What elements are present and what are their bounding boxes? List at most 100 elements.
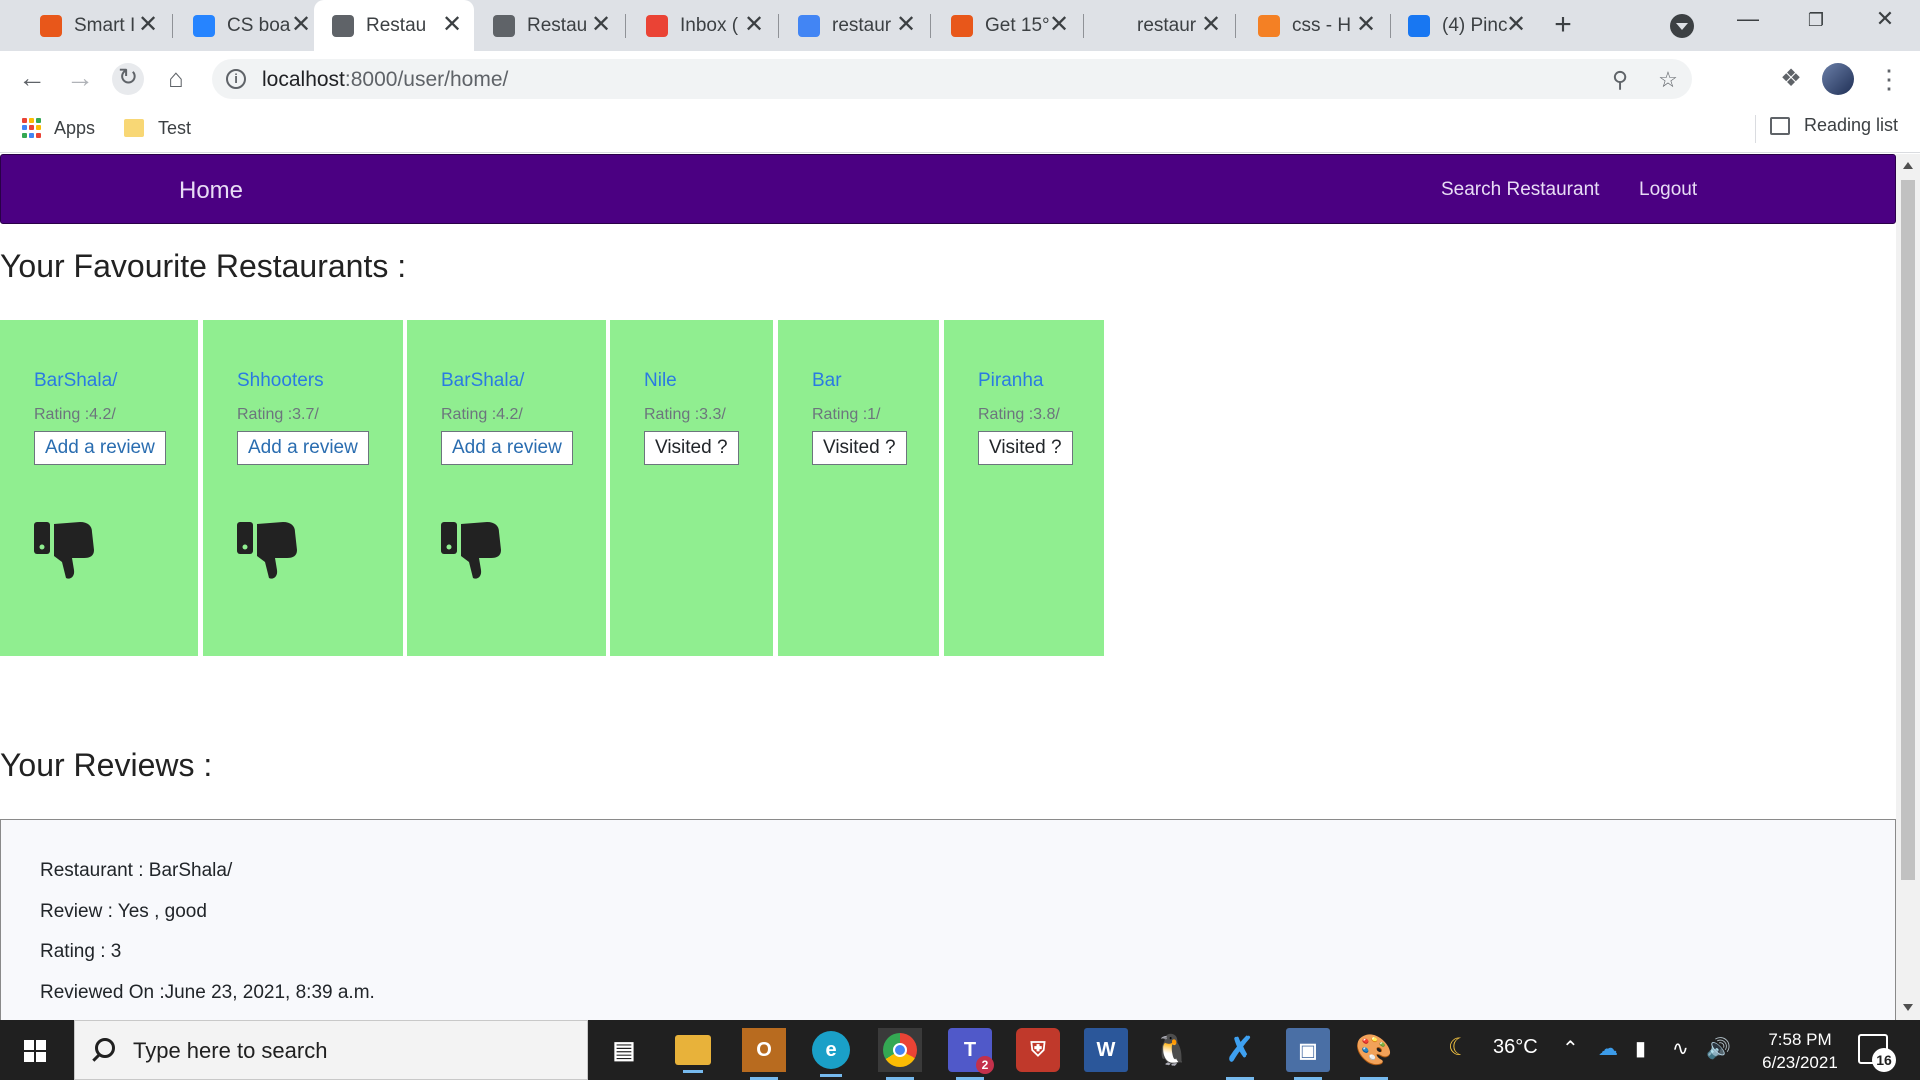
scroll-down-icon[interactable] <box>1903 1004 1913 1011</box>
scroll-up-icon[interactable] <box>1903 162 1913 169</box>
google-icon <box>798 14 820 37</box>
visited-button[interactable]: Visited ? <box>644 431 739 465</box>
volume-icon[interactable]: 🔊 <box>1706 1036 1731 1061</box>
add-review-button[interactable]: Add a review <box>34 431 166 465</box>
browser-tab[interactable]: Get 15° ✕ <box>933 0 1081 51</box>
browser-tab[interactable]: Smart I ✕ <box>22 0 170 51</box>
tab-separator <box>625 14 626 38</box>
outlook-icon[interactable]: O <box>742 1028 786 1080</box>
browser-tab[interactable]: Restau ✕ <box>314 0 474 51</box>
bookmark-apps[interactable]: Apps <box>22 115 95 141</box>
review-card: Restaurant : BarShala/ Review : Yes , go… <box>0 819 1896 1020</box>
thumbs-down-icon[interactable] <box>441 520 503 580</box>
battery-icon[interactable]: ▮ <box>1635 1036 1646 1061</box>
tab-close-icon[interactable]: ✕ <box>589 13 613 37</box>
search-icon <box>95 1038 115 1058</box>
browser-toolbar: ← → ↻ ⌂ i localhost:8000/user/home/ ⚲ ☆ … <box>0 51 1920 105</box>
bookmark-star-icon[interactable]: ☆ <box>1656 68 1680 92</box>
new-tab-button[interactable]: + <box>1548 10 1578 41</box>
back-icon[interactable]: ← <box>16 63 48 95</box>
browser-tab[interactable]: restaur ✕ <box>1085 0 1233 51</box>
restaurant-name-link[interactable]: Shhooters <box>237 370 324 392</box>
notification-center-icon[interactable]: 16 <box>1858 1034 1896 1072</box>
visited-button[interactable]: Visited ? <box>978 431 1073 465</box>
blank-icon <box>1103 14 1125 37</box>
edge-icon[interactable]: e <box>812 1031 850 1077</box>
wifi-icon[interactable]: ∿ <box>1672 1036 1689 1061</box>
nav-home-link[interactable]: Home <box>179 177 243 205</box>
notification-count: 16 <box>1872 1048 1896 1072</box>
thumbs-down-icon[interactable] <box>237 520 299 580</box>
profile-avatar[interactable] <box>1822 63 1854 95</box>
site-info-icon[interactable]: i <box>226 69 246 89</box>
extensions-icon[interactable]: ❖ <box>1776 64 1806 94</box>
tab-close-icon[interactable]: ✕ <box>1354 13 1378 37</box>
teams-icon[interactable]: T2 <box>948 1028 994 1080</box>
visited-button[interactable]: Visited ? <box>812 431 907 465</box>
browser-tab[interactable]: Inbox (✕ <box>628 0 776 51</box>
add-review-button[interactable]: Add a review <box>237 431 369 465</box>
home-icon[interactable]: ⌂ <box>160 63 192 95</box>
restaurant-rating: Rating :4.2/ <box>441 406 523 423</box>
tab-close-icon[interactable]: ✕ <box>1199 13 1223 37</box>
weather-moon-icon[interactable]: ☾ <box>1448 1033 1470 1062</box>
page-scrollbar[interactable] <box>1896 154 1920 1020</box>
tab-close-icon[interactable]: ✕ <box>289 13 313 37</box>
tab-separator <box>1235 14 1236 38</box>
taskbar-clock[interactable]: 7:58 PM 6/23/2021 <box>1750 1028 1850 1074</box>
url-text[interactable]: localhost:8000/user/home/ <box>262 68 508 92</box>
tab-close-icon[interactable]: ✕ <box>1047 13 1071 37</box>
bookmark-folder-test[interactable]: Test <box>124 115 191 141</box>
reload-icon[interactable]: ↻ <box>112 63 144 95</box>
shield-app-icon[interactable]: ⛨ <box>1016 1028 1060 1072</box>
onedrive-icon[interactable]: ☁ <box>1598 1036 1618 1061</box>
bookmark-apps-label: Apps <box>54 117 96 138</box>
clock-time: 7:58 PM <box>1768 1030 1832 1049</box>
tab-close-icon[interactable]: ✕ <box>894 13 918 37</box>
taskbar-search-box[interactable]: Type here to search <box>74 1020 588 1080</box>
file-explorer-icon[interactable] <box>675 1035 711 1073</box>
browser-tab[interactable]: CS boa ✕ <box>175 0 323 51</box>
scrollbar-thumb[interactable] <box>1901 180 1915 880</box>
tab-close-icon[interactable]: ✕ <box>742 13 766 37</box>
chrome-icon[interactable] <box>878 1028 922 1080</box>
vscode-icon[interactable]: ✗ <box>1218 1028 1262 1080</box>
restaurant-name-link[interactable]: Piranha <box>978 370 1044 392</box>
tab-search-icon[interactable] <box>1670 14 1694 38</box>
restaurant-name-link[interactable]: Bar <box>812 370 842 392</box>
stackoverflow-icon <box>1258 14 1280 37</box>
forward-icon[interactable]: → <box>64 63 96 95</box>
tab-close-icon[interactable]: ✕ <box>1504 13 1528 37</box>
browser-tab[interactable]: (4) Pinc ✕ <box>1390 0 1538 51</box>
nav-search-restaurant-link[interactable]: Search Restaurant <box>1441 179 1599 201</box>
task-view-icon[interactable]: ▤ <box>602 1028 646 1072</box>
nav-logout-link[interactable]: Logout <box>1639 179 1697 201</box>
browser-tab[interactable]: Restau ✕ <box>475 0 623 51</box>
weather-temperature[interactable]: 36°C <box>1493 1036 1538 1059</box>
restaurant-card: Shhooters Rating :3.7/Add a review <box>203 320 403 656</box>
address-bar[interactable]: i localhost:8000/user/home/ ⚲ ☆ <box>212 59 1692 99</box>
tab-close-icon[interactable]: ✕ <box>440 13 464 37</box>
reading-list-button[interactable]: Reading list <box>1770 115 1898 136</box>
tray-chevron-up-icon[interactable]: ⌃ <box>1562 1036 1579 1061</box>
word-icon[interactable]: W <box>1084 1028 1128 1072</box>
tab-close-icon[interactable]: ✕ <box>136 13 160 37</box>
minimize-icon[interactable]: — <box>1723 6 1773 36</box>
zoom-icon[interactable]: ⚲ <box>1608 68 1632 92</box>
review-restaurant: Restaurant : BarShala/ <box>40 860 233 881</box>
add-review-button[interactable]: Add a review <box>441 431 573 465</box>
remote-desktop-icon[interactable]: ▣ <box>1286 1028 1330 1080</box>
smartsheet-icon <box>40 14 62 37</box>
browser-tab[interactable]: restaur ✕ <box>780 0 928 51</box>
restaurant-name-link[interactable]: BarShala/ <box>34 370 117 392</box>
menu-icon[interactable]: ⋮ <box>1874 64 1904 94</box>
thumbs-down-icon[interactable] <box>34 520 96 580</box>
linux-penguin-icon[interactable]: 🐧 <box>1150 1028 1194 1072</box>
paint-icon[interactable]: 🎨 <box>1352 1028 1396 1080</box>
close-window-icon[interactable]: ✕ <box>1860 6 1910 36</box>
restaurant-name-link[interactable]: Nile <box>644 370 677 392</box>
restaurant-name-link[interactable]: BarShala/ <box>441 370 524 392</box>
restore-icon[interactable]: ❐ <box>1791 10 1841 40</box>
windows-start-icon[interactable] <box>24 1040 46 1062</box>
browser-tab[interactable]: css - H ✕ <box>1240 0 1388 51</box>
